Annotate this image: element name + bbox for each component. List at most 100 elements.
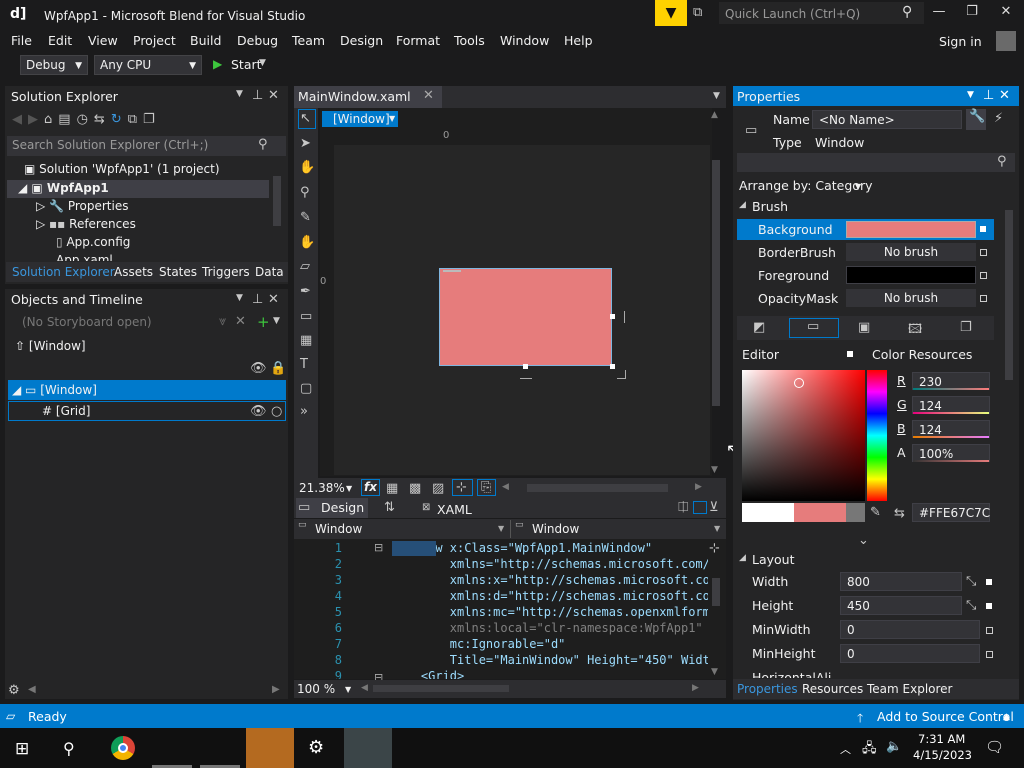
network-icon[interactable]: 🖧 bbox=[862, 739, 877, 761]
tab-properties[interactable]: Properties bbox=[737, 682, 798, 696]
scroll-down-icon[interactable]: ▼ bbox=[711, 465, 718, 475]
advanced-options-icon[interactable] bbox=[980, 249, 987, 256]
properties-search-input[interactable] bbox=[737, 153, 1015, 172]
rectangle-tool-icon[interactable]: ▭ bbox=[300, 309, 312, 324]
chevron-up-icon[interactable]: ▲ bbox=[1003, 712, 1010, 722]
menu-format[interactable]: Format bbox=[396, 33, 440, 48]
color-picker-handle[interactable] bbox=[794, 378, 804, 388]
action-center-icon[interactable]: 🗨 bbox=[985, 738, 1004, 756]
menu-window[interactable]: Window bbox=[500, 33, 549, 48]
search-icon[interactable]: ⚲ bbox=[902, 4, 912, 20]
last-color-swatch[interactable] bbox=[846, 503, 865, 522]
hscroll-left-icon[interactable]: ◀ bbox=[361, 683, 368, 693]
feedback-filter-icon[interactable]: ▼ bbox=[655, 0, 687, 26]
zoom-tool-icon[interactable]: ⚲ bbox=[300, 185, 310, 200]
menu-debug[interactable]: Debug bbox=[237, 33, 278, 48]
swap-panes-icon[interactable]: ⇅ bbox=[384, 500, 395, 515]
menu-design[interactable]: Design bbox=[340, 33, 383, 48]
pin-icon[interactable]: ⊥ bbox=[252, 88, 263, 103]
advanced-options-icon[interactable] bbox=[986, 579, 992, 585]
resize-handle-corner[interactable] bbox=[610, 364, 615, 369]
properties-view-button[interactable]: 🔧 bbox=[966, 109, 986, 130]
volume-icon[interactable]: 🔈 bbox=[886, 739, 902, 754]
selection-tool-icon[interactable]: ↖ bbox=[300, 111, 311, 126]
scroll-up-icon[interactable]: ▲ bbox=[711, 110, 718, 120]
eyedropper-icon[interactable]: ✎ bbox=[300, 210, 311, 225]
notification-icon[interactable]: ⧉ bbox=[693, 5, 713, 23]
hscroll-left-icon[interactable]: ◀ bbox=[502, 482, 509, 492]
lock-icon[interactable]: 🔒 bbox=[270, 361, 286, 376]
width-input[interactable]: 800 bbox=[840, 572, 962, 591]
panel-menu-icon[interactable]: ▼ bbox=[236, 89, 243, 99]
clock-date[interactable]: 4/15/2023 bbox=[913, 748, 972, 762]
tab-data[interactable]: Data bbox=[255, 265, 284, 279]
close-storyboard-icon[interactable]: ✕ bbox=[235, 314, 246, 329]
solid-brush-tab[interactable]: ▭ bbox=[789, 318, 839, 338]
brush-transform-icon[interactable]: ▱ bbox=[300, 259, 310, 274]
tab-assets[interactable]: Assets bbox=[114, 265, 153, 279]
menu-team[interactable]: Team bbox=[292, 33, 325, 48]
panel-menu-icon[interactable]: ▼ bbox=[967, 90, 974, 100]
expand-icon[interactable]: ◢ bbox=[739, 200, 746, 210]
sign-in-link[interactable]: Sign in bbox=[939, 34, 982, 49]
menu-view[interactable]: View bbox=[88, 33, 118, 48]
opacity-mask-value[interactable]: No brush bbox=[846, 289, 976, 307]
snap-grid-icon[interactable]: ▩ bbox=[409, 481, 421, 496]
name-input[interactable]: <No Name> bbox=[812, 110, 962, 129]
expand-editor-icon[interactable]: ⌄ bbox=[858, 533, 869, 548]
eye-icon[interactable]: 👁 bbox=[250, 404, 267, 419]
blend-taskbar-button[interactable] bbox=[246, 728, 294, 768]
close-icon[interactable]: ✕ bbox=[268, 292, 279, 307]
hscroll-right-icon[interactable]: ▶ bbox=[692, 683, 699, 693]
chevron-down-icon[interactable]: ▼ bbox=[273, 316, 280, 326]
menu-build[interactable]: Build bbox=[190, 33, 221, 48]
add-to-source-control[interactable]: Add to Source Control bbox=[877, 709, 1014, 724]
code-hscroll[interactable] bbox=[373, 685, 509, 692]
project-data-button[interactable]: ⎘ bbox=[477, 479, 496, 496]
tab-xaml[interactable]: XAML bbox=[437, 502, 472, 517]
text-tool-icon[interactable]: T bbox=[300, 357, 308, 372]
zoom-combo[interactable]: 21.38% bbox=[299, 481, 345, 495]
tree-project[interactable]: ◢ ▣ WpfApp1 bbox=[18, 181, 109, 195]
forward-icon[interactable]: ▶ bbox=[28, 112, 38, 127]
tree-app-config[interactable]: ▯ App.config bbox=[56, 235, 130, 249]
chrome-icon[interactable] bbox=[111, 736, 135, 760]
no-brush-icon[interactable]: ◩ bbox=[753, 320, 765, 335]
advanced-options-icon[interactable] bbox=[980, 295, 987, 302]
height-input[interactable]: 450 bbox=[840, 596, 962, 615]
resize-handle-right[interactable] bbox=[610, 314, 615, 319]
gradient-brush-icon[interactable]: ▣ bbox=[858, 320, 870, 335]
tab-triggers[interactable]: Triggers bbox=[202, 265, 250, 279]
collapse-pane-icon[interactable]: ⊻ bbox=[709, 500, 719, 515]
tab-resources[interactable]: Resources bbox=[802, 682, 863, 696]
tab-solution-explorer[interactable]: Solution Explorer bbox=[12, 265, 115, 279]
menu-project[interactable]: Project bbox=[133, 33, 176, 48]
set-auto-icon[interactable]: ⤡ bbox=[966, 574, 976, 589]
tab-team-explorer[interactable]: Team Explorer bbox=[867, 682, 953, 696]
hscroll-right-icon[interactable]: ▶ bbox=[695, 482, 702, 492]
arrange-by-combo[interactable]: Arrange by: Category bbox=[739, 178, 873, 193]
restore-button[interactable]: ❐ bbox=[957, 4, 987, 24]
menu-edit[interactable]: Edit bbox=[48, 33, 72, 48]
copy-icon[interactable]: ❐ bbox=[143, 112, 155, 127]
clock-time[interactable]: 7:31 AM bbox=[918, 732, 965, 746]
collapse-region-icon[interactable]: ⊟ bbox=[374, 541, 383, 554]
tree-properties[interactable]: ▷ 🔧 Properties bbox=[36, 199, 128, 213]
artboard-vscroll[interactable] bbox=[712, 160, 720, 406]
eyedropper-icon[interactable]: ✎ bbox=[870, 505, 881, 520]
hex-input[interactable]: #FFE67C7C bbox=[912, 503, 990, 522]
storyboard-options-icon[interactable]: ⩔ bbox=[219, 314, 226, 329]
scope-right-combo[interactable]: Window bbox=[532, 522, 579, 536]
close-icon[interactable]: ✕ bbox=[999, 88, 1010, 103]
scroll-right-icon[interactable]: ▶ bbox=[272, 684, 280, 695]
grid-tool-icon[interactable]: ▦ bbox=[300, 333, 312, 348]
original-color-swatch[interactable] bbox=[742, 503, 794, 522]
tab-list-icon[interactable]: ▼ bbox=[713, 91, 720, 101]
foreground-swatch[interactable] bbox=[846, 266, 976, 284]
settings-gear-icon[interactable]: ⚙ bbox=[308, 737, 324, 758]
history-icon[interactable]: ◷ bbox=[77, 112, 88, 127]
switch-views-icon[interactable]: ▤ bbox=[58, 112, 70, 127]
start-button[interactable]: Start bbox=[231, 57, 262, 72]
account-avatar-icon[interactable] bbox=[996, 31, 1016, 51]
tile-brush-icon[interactable]: 🖾 bbox=[908, 320, 922, 342]
